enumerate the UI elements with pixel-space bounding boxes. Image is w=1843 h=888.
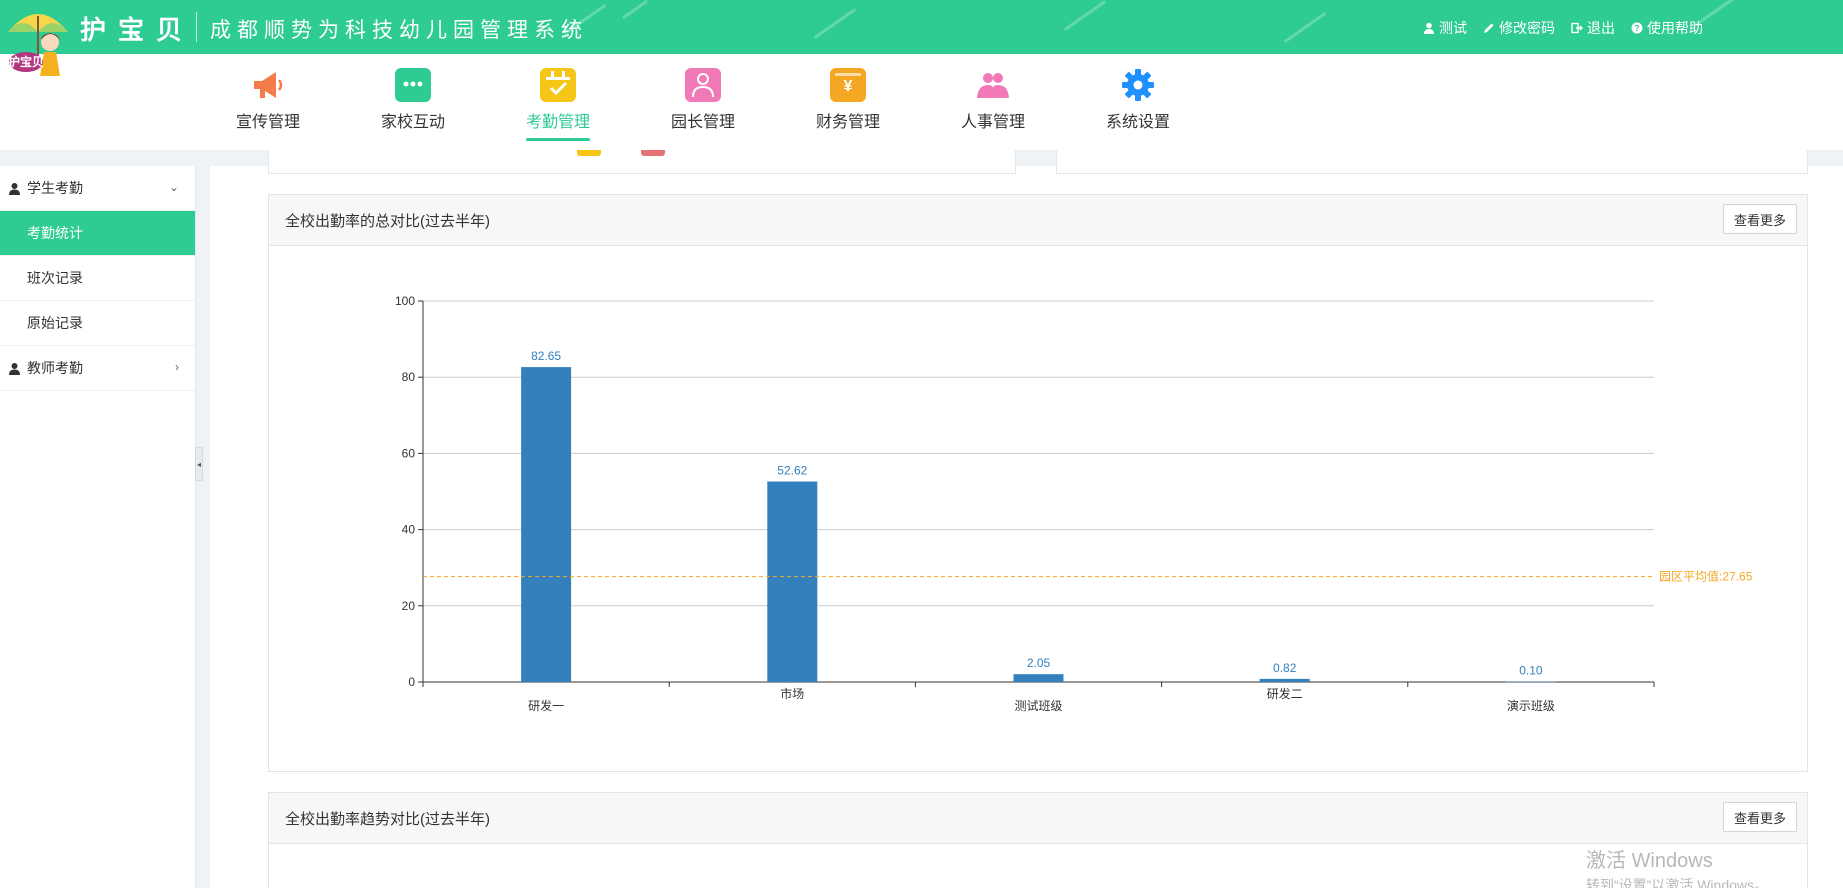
yen-icon: ¥ <box>830 68 866 102</box>
y-tick-label: 100 <box>395 294 415 308</box>
top-header-bar: 护宝贝 成都顺势为科技幼儿园管理系统 测试 修改密码 退出 ? 使用帮助 <box>0 0 1843 54</box>
y-tick-label: 0 <box>408 675 415 689</box>
attendance-trend-panel: 全校出勤率趋势对比(过去半年) 查看更多 <box>268 792 1808 888</box>
nav-item-finance[interactable]: ¥ 财务管理 <box>793 68 903 132</box>
sidebar-item-shift-records[interactable]: 班次记录 <box>0 256 195 301</box>
sidebar-item-attendance-stats[interactable]: 考勤统计 <box>0 211 195 256</box>
svg-text:?: ? <box>1635 24 1640 33</box>
y-tick-label: 60 <box>402 446 416 460</box>
nav-item-director[interactable]: 园长管理 <box>648 68 758 132</box>
watermark-line: 激活 Windows <box>1586 850 1713 872</box>
legend-swatch <box>577 150 601 156</box>
panel-title: 全校出勤率的总对比(过去半年) <box>285 212 490 230</box>
bar <box>1013 674 1064 682</box>
nav-label: 家校互动 <box>380 114 445 131</box>
user-icon <box>1424 22 1434 34</box>
logo[interactable]: 护宝贝 <box>4 2 74 92</box>
y-tick-label: 80 <box>402 370 416 384</box>
attendance-bar-chart: 0 20 40 60 80 100 82.65 研发一 52.62 市场 2.05 测试班级 0.82 研… <box>395 294 1753 713</box>
y-tick-label: 20 <box>402 599 416 613</box>
nav-label: 人事管理 <box>960 114 1025 131</box>
chevron-down-icon: ⌄ <box>168 180 179 194</box>
header-decoration <box>1063 0 1107 32</box>
user-label: 测试 <box>1439 20 1467 36</box>
change-password-button[interactable]: 修改密码 <box>1483 18 1555 38</box>
data-label: 0.10 <box>1519 664 1543 678</box>
sidebar-group-label: 学生考勤 <box>27 180 83 196</box>
nav-item-attendance[interactable]: 考勤管理 <box>503 68 613 141</box>
chat-icon <box>395 68 431 102</box>
help-label: 使用帮助 <box>1647 20 1703 36</box>
sidebar-collapse-toggle[interactable]: ◂ <box>195 447 203 481</box>
nav-label: 系统设置 <box>1105 114 1170 131</box>
logout-icon <box>1571 22 1583 34</box>
view-more-button[interactable]: 查看更多 <box>1722 802 1797 832</box>
calendar-check-icon <box>540 68 576 102</box>
logo-text: 护宝贝 <box>8 54 44 69</box>
pencil-icon <box>1484 23 1494 33</box>
x-tick-label: 测试班级 <box>1014 698 1062 713</box>
bar <box>1259 678 1310 682</box>
sidebar-group-label: 教师考勤 <box>27 360 83 376</box>
data-label: 2.05 <box>1027 656 1051 670</box>
header-decoration <box>1283 11 1327 44</box>
brand-name: 护宝贝 <box>80 15 195 45</box>
x-tick-label: 演示班级 <box>1507 698 1555 713</box>
module-nav: 宣传管理 家校互动 考勤管理 园长管理 ¥ 财务管理 人事管理 系统设置 <box>0 54 1843 150</box>
user-button[interactable]: 测试 <box>1423 18 1467 38</box>
director-icon <box>685 68 721 102</box>
watermark-line: 转到“设置”以激活 Windows。 <box>1586 877 1769 888</box>
header-decoration <box>813 7 857 40</box>
megaphone-icon <box>250 68 286 102</box>
panel-header: 全校出勤率的总对比(过去半年) 查看更多 <box>269 195 1807 246</box>
help-button[interactable]: ? 使用帮助 <box>1631 18 1703 38</box>
teacher-icon <box>9 362 20 375</box>
gear-icon <box>1120 68 1156 102</box>
sidebar-group-student-attendance[interactable]: 学生考勤 ⌄ <box>0 166 195 211</box>
nav-label: 园长管理 <box>670 114 735 131</box>
previous-chart-panel <box>1056 150 1808 174</box>
logout-label: 退出 <box>1587 20 1615 36</box>
data-label: 52.62 <box>777 464 807 478</box>
average-label: 园区平均值:27.65 <box>1659 569 1753 584</box>
nav-label: 财务管理 <box>815 114 880 131</box>
sidebar-group-teacher-attendance[interactable]: 教师考勤 › <box>0 346 195 391</box>
nav-item-home-school[interactable]: 家校互动 <box>358 68 468 132</box>
legend-swatch <box>641 150 665 156</box>
y-tick-label: 40 <box>402 523 416 537</box>
header-decoration <box>621 0 649 20</box>
system-title: 成都顺势为科技幼儿园管理系统 <box>210 19 588 42</box>
nav-label: 宣传管理 <box>235 114 300 131</box>
svg-text:¥: ¥ <box>844 78 853 95</box>
data-label: 82.65 <box>531 349 561 363</box>
help-icon: ? <box>1631 22 1643 34</box>
change-password-label: 修改密码 <box>1499 20 1555 36</box>
x-tick-label: 研发一 <box>528 698 564 713</box>
previous-chart-panel <box>268 150 1016 174</box>
panel-title: 全校出勤率趋势对比(过去半年) <box>285 810 490 828</box>
nav-item-publicity[interactable]: 宣传管理 <box>213 68 323 132</box>
brand-divider <box>196 12 197 42</box>
sidebar-item-raw-records[interactable]: 原始记录 <box>0 301 195 346</box>
attendance-comparison-panel: 全校出勤率的总对比(过去半年) 查看更多 0 20 40 60 80 100 82.65 研发… <box>268 194 1808 772</box>
x-tick-label: 研发二 <box>1267 686 1303 701</box>
chevron-right-icon: › <box>175 360 179 374</box>
bar <box>767 481 818 682</box>
view-more-button[interactable]: 查看更多 <box>1722 204 1797 234</box>
nav-item-settings[interactable]: 系统设置 <box>1083 68 1193 132</box>
people-icon <box>975 68 1011 102</box>
nav-item-personnel[interactable]: 人事管理 <box>938 68 1048 132</box>
logout-button[interactable]: 退出 <box>1571 18 1615 38</box>
data-label: 0.82 <box>1273 661 1297 675</box>
nav-label: 考勤管理 <box>525 114 590 131</box>
sidebar: 学生考勤 ⌄ 考勤统计 班次记录 原始记录 教师考勤 › <box>0 166 196 888</box>
bar <box>521 367 572 682</box>
top-actions: 测试 修改密码 退出 ? 使用帮助 <box>1423 18 1703 38</box>
windows-activation-watermark: 激活 Windows 转到“设置”以激活 Windows。 <box>1586 844 1768 888</box>
panel-header: 全校出勤率趋势对比(过去半年) 查看更多 <box>269 793 1807 844</box>
student-icon <box>9 182 20 195</box>
bar <box>1505 681 1556 683</box>
x-tick-label: 市场 <box>780 686 804 701</box>
